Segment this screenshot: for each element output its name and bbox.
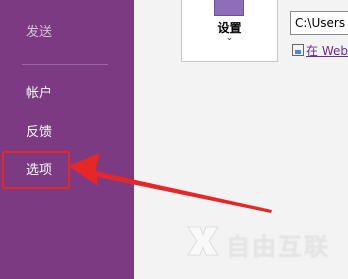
sidebar-item-feedback[interactable]: 反馈 [26, 125, 52, 141]
sidebar-item-account[interactable]: 帐户 [26, 86, 52, 102]
path-input[interactable] [290, 11, 348, 35]
watermark: 自由互联 [186, 223, 346, 261]
sidebar: 发送 帐户 反馈 选项 [0, 0, 134, 279]
settings-button[interactable]: 设置 ⌄ [181, 0, 278, 62]
watermark-text: 自由互联 [226, 233, 330, 261]
web-link-label: 在 Web [306, 44, 348, 58]
chevron-down-icon: ⌄ [225, 33, 234, 43]
options-highlight-box [2, 151, 70, 189]
web-icon [292, 44, 304, 56]
sidebar-item-send[interactable]: 发送 [26, 25, 52, 41]
sidebar-divider [22, 64, 108, 65]
open-in-web-link[interactable]: 在 Web [292, 42, 348, 59]
watermark-logo-icon [187, 226, 219, 256]
settings-icon [214, 0, 244, 16]
